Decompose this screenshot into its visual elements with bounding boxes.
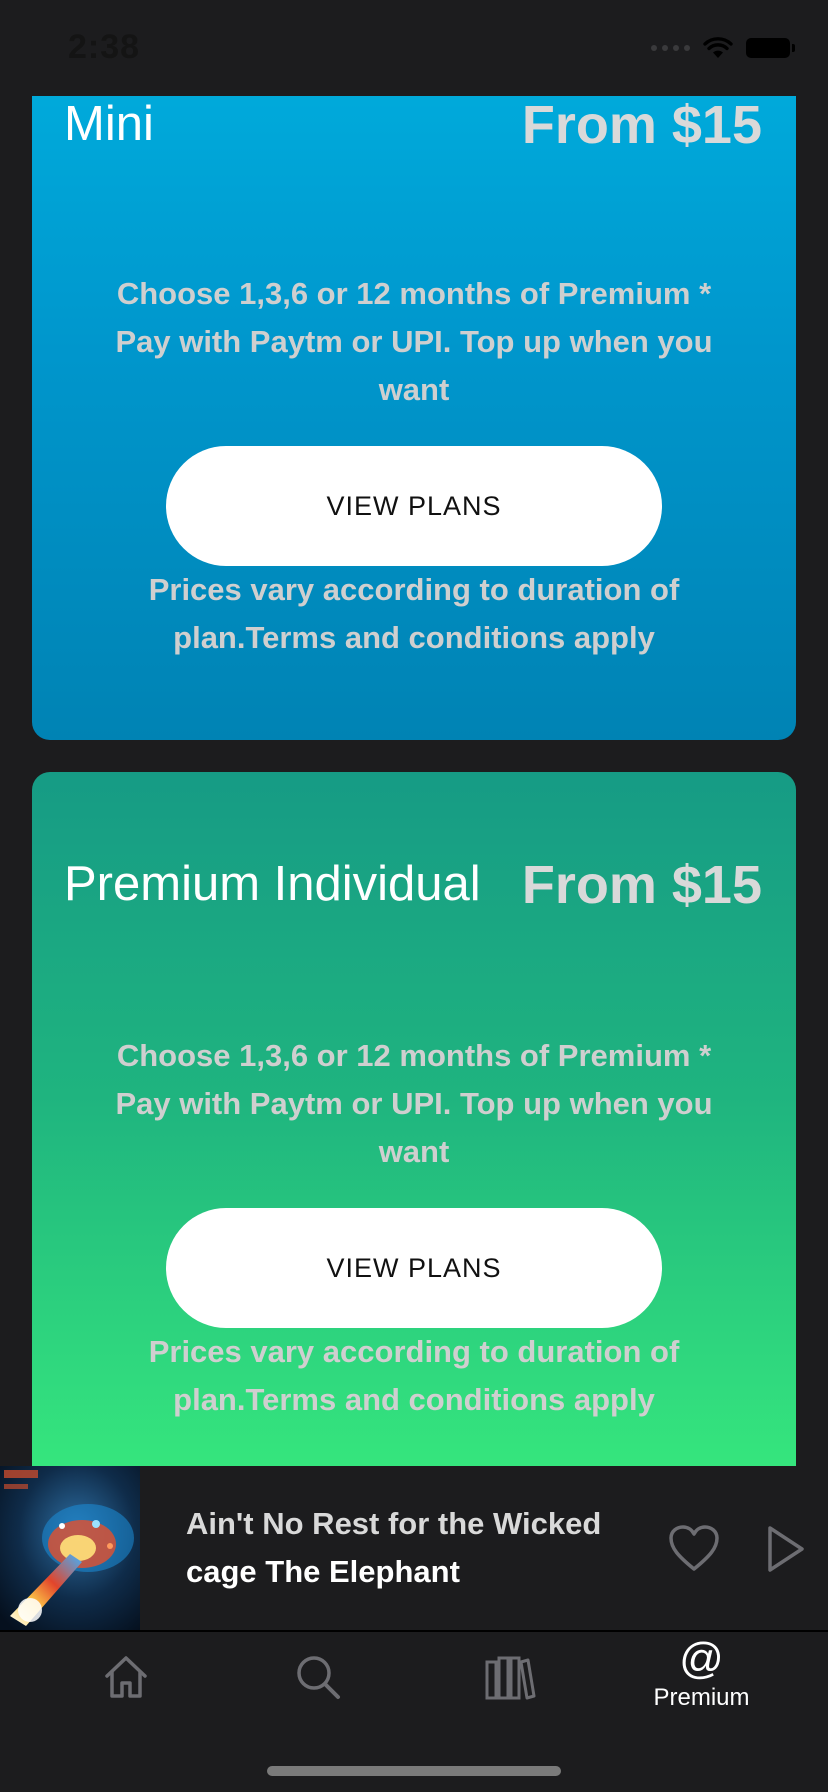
tab-premium[interactable]: @ Premium <box>598 1632 805 1742</box>
home-indicator <box>267 1766 561 1776</box>
plan-card-mini: Mini From $15 Choose 1,3,6 or 12 months … <box>32 36 796 740</box>
plan-card-premium-individual: Premium Individual From $15 Choose 1,3,6… <box>32 772 796 1492</box>
plan-price: From $15 <box>521 95 762 155</box>
plan-price: From $15 <box>521 855 762 915</box>
tab-search[interactable] <box>214 1632 421 1742</box>
library-icon <box>485 1656 535 1700</box>
track-artist: cage The Elephant <box>186 1554 460 1589</box>
battery-icon <box>746 38 795 58</box>
tab-home[interactable] <box>22 1632 229 1742</box>
premium-at-icon: @ <box>679 1634 724 1683</box>
now-playing-bar[interactable]: Ain't No Rest for the Wicked cage The El… <box>0 1466 828 1632</box>
view-plans-button[interactable]: VIEW PLANS <box>166 1208 662 1328</box>
tab-library[interactable] <box>406 1632 613 1742</box>
home-icon <box>104 1656 147 1698</box>
plan-terms: Prices vary according to duration of pla… <box>148 572 680 655</box>
wifi-icon <box>703 37 733 58</box>
plan-name: Mini <box>64 97 154 151</box>
play-icon[interactable] <box>766 1524 806 1574</box>
album-art[interactable] <box>0 1466 140 1630</box>
tab-label: Premium <box>653 1684 750 1711</box>
track-title: Ain't No Rest for the Wicked <box>186 1506 602 1541</box>
plan-description: Choose 1,3,6 or 12 months of Premium * P… <box>115 276 713 407</box>
cellular-signal-icon <box>651 45 690 51</box>
heart-icon[interactable] <box>668 1524 720 1574</box>
status-icons <box>651 36 795 60</box>
plan-name: Premium Individual <box>64 857 481 911</box>
status-time: 2:38 <box>68 28 141 66</box>
view-plans-button[interactable]: VIEW PLANS <box>166 446 662 566</box>
search-icon <box>296 1656 340 1699</box>
status-bar: 2:38 <box>0 0 828 96</box>
plan-terms: Prices vary according to duration of pla… <box>148 1334 680 1417</box>
plan-description: Choose 1,3,6 or 12 months of Premium * P… <box>115 1038 713 1169</box>
